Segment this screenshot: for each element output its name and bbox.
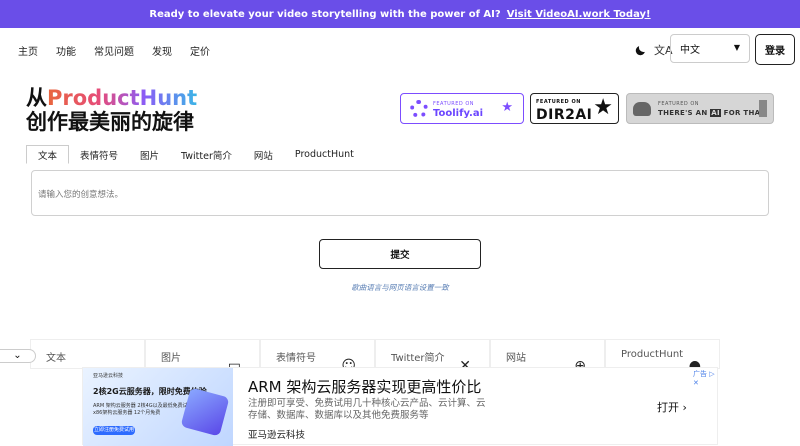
star-icon: ★: [501, 100, 513, 115]
input-tabs: 文本 表情符号 图片 Twitter简介 网站 ProductHunt: [26, 145, 365, 164]
top-nav: 主页 功能 常见问题 发现 定价 文A 中文 ▼ 登录: [0, 28, 800, 72]
mode-cards: 文本 图片 ▭ 表情符号 ☺ Twitter简介 ✕ 网站 ⊕ ProductHunt ●: [30, 339, 720, 374]
tab-website[interactable]: 网站: [243, 145, 284, 164]
card-emoji[interactable]: 表情符号 ☺: [260, 339, 375, 374]
language-hint: 歌曲语言与网页语言设置一致: [351, 283, 449, 292]
ad-title: ARM 架构云服务器实现更高性价比: [248, 378, 482, 396]
submit-button[interactable]: 提交: [319, 239, 481, 269]
card-twitter[interactable]: Twitter简介 ✕: [375, 339, 490, 374]
tab-emoji[interactable]: 表情符号: [69, 145, 129, 164]
arm-icon: [633, 101, 651, 116]
card-producthunt[interactable]: ProductHunt ●: [605, 339, 720, 374]
chevron-right-icon: ›: [682, 401, 687, 414]
theresanai-badge[interactable]: FEATURED ON THERE'S AN AI FOR THAT: [626, 93, 774, 124]
cube-icon: [180, 387, 230, 437]
ad-marker[interactable]: 广告 ▷ ✕: [693, 369, 717, 387]
star-icon: ★: [593, 95, 613, 120]
hero-prefix: 从: [26, 86, 47, 110]
nav-features[interactable]: 功能: [56, 43, 76, 58]
toolify-featured: FEATURED ON: [433, 100, 475, 107]
login-button[interactable]: 登录: [755, 34, 795, 65]
nav-home[interactable]: 主页: [18, 43, 38, 58]
card-website[interactable]: 网站 ⊕: [490, 339, 605, 374]
toolify-logo-icon: [410, 99, 428, 118]
theresanai-featured: FEATURED ON: [658, 100, 700, 107]
banner-link[interactable]: Visit VideoAI.work Today!: [507, 9, 651, 20]
nav-discover[interactable]: 发现: [152, 43, 172, 58]
chevron-down-icon: ⌄: [13, 350, 22, 361]
hero-title: 从ProductHunt 创作最美丽的旋律: [26, 86, 197, 134]
ad-banner[interactable]: 亚马逊云科技 2核2G云服务器，限时免费体验 ARM 架构云服务器 2核4G以及…: [82, 367, 718, 446]
card-image[interactable]: 图片 ▭: [145, 339, 260, 374]
theresanai-name: THERE'S AN AI FOR THAT: [658, 108, 765, 117]
toolify-name: Toolify.ai: [433, 107, 484, 119]
nav-faq[interactable]: 常见问题: [94, 43, 134, 58]
ad-brand: 亚马逊云科技: [248, 430, 306, 441]
tab-twitter[interactable]: Twitter简介: [170, 145, 243, 164]
language-select[interactable]: 中文 ▼: [670, 34, 750, 63]
hero-highlight: ProductHunt: [47, 86, 198, 110]
dark-mode-icon[interactable]: [634, 44, 647, 57]
bookmark-icon: [759, 100, 767, 117]
toolify-badge[interactable]: FEATURED ON Toolify.ai ★: [400, 93, 524, 124]
hero-subtitle: 创作最美丽的旋律: [26, 110, 194, 134]
card-text[interactable]: 文本: [30, 339, 145, 369]
ad-open-button[interactable]: 打开 ›: [657, 399, 687, 415]
nav-links: 主页 功能 常见问题 发现 定价: [18, 43, 210, 58]
collapse-toggle[interactable]: ⌄: [0, 349, 36, 363]
ad-image: 亚马逊云科技 2核2G云服务器，限时免费体验 ARM 架构云服务器 2核4G以及…: [83, 368, 233, 446]
tab-producthunt[interactable]: ProductHunt: [284, 145, 365, 164]
idea-input[interactable]: 请输入您的创意想法。: [31, 170, 769, 216]
chevron-down-icon: ▼: [733, 43, 740, 52]
tab-text[interactable]: 文本: [26, 145, 70, 164]
dir2ai-name: DIR2AI: [536, 106, 593, 123]
language-value: 中文: [680, 45, 700, 56]
dir2ai-badge[interactable]: FEATURED ON DIR2AI ★: [530, 93, 619, 124]
promo-banner: Ready to elevate your video storytelling…: [0, 0, 800, 28]
banner-text: Ready to elevate your video storytelling…: [149, 8, 501, 20]
nav-pricing[interactable]: 定价: [190, 43, 210, 58]
ad-description: 注册即可享受、免费试用几十种核心云产品、云计算、云存储、数据库、数据库以及其他免…: [248, 398, 486, 421]
tab-image[interactable]: 图片: [129, 145, 170, 164]
